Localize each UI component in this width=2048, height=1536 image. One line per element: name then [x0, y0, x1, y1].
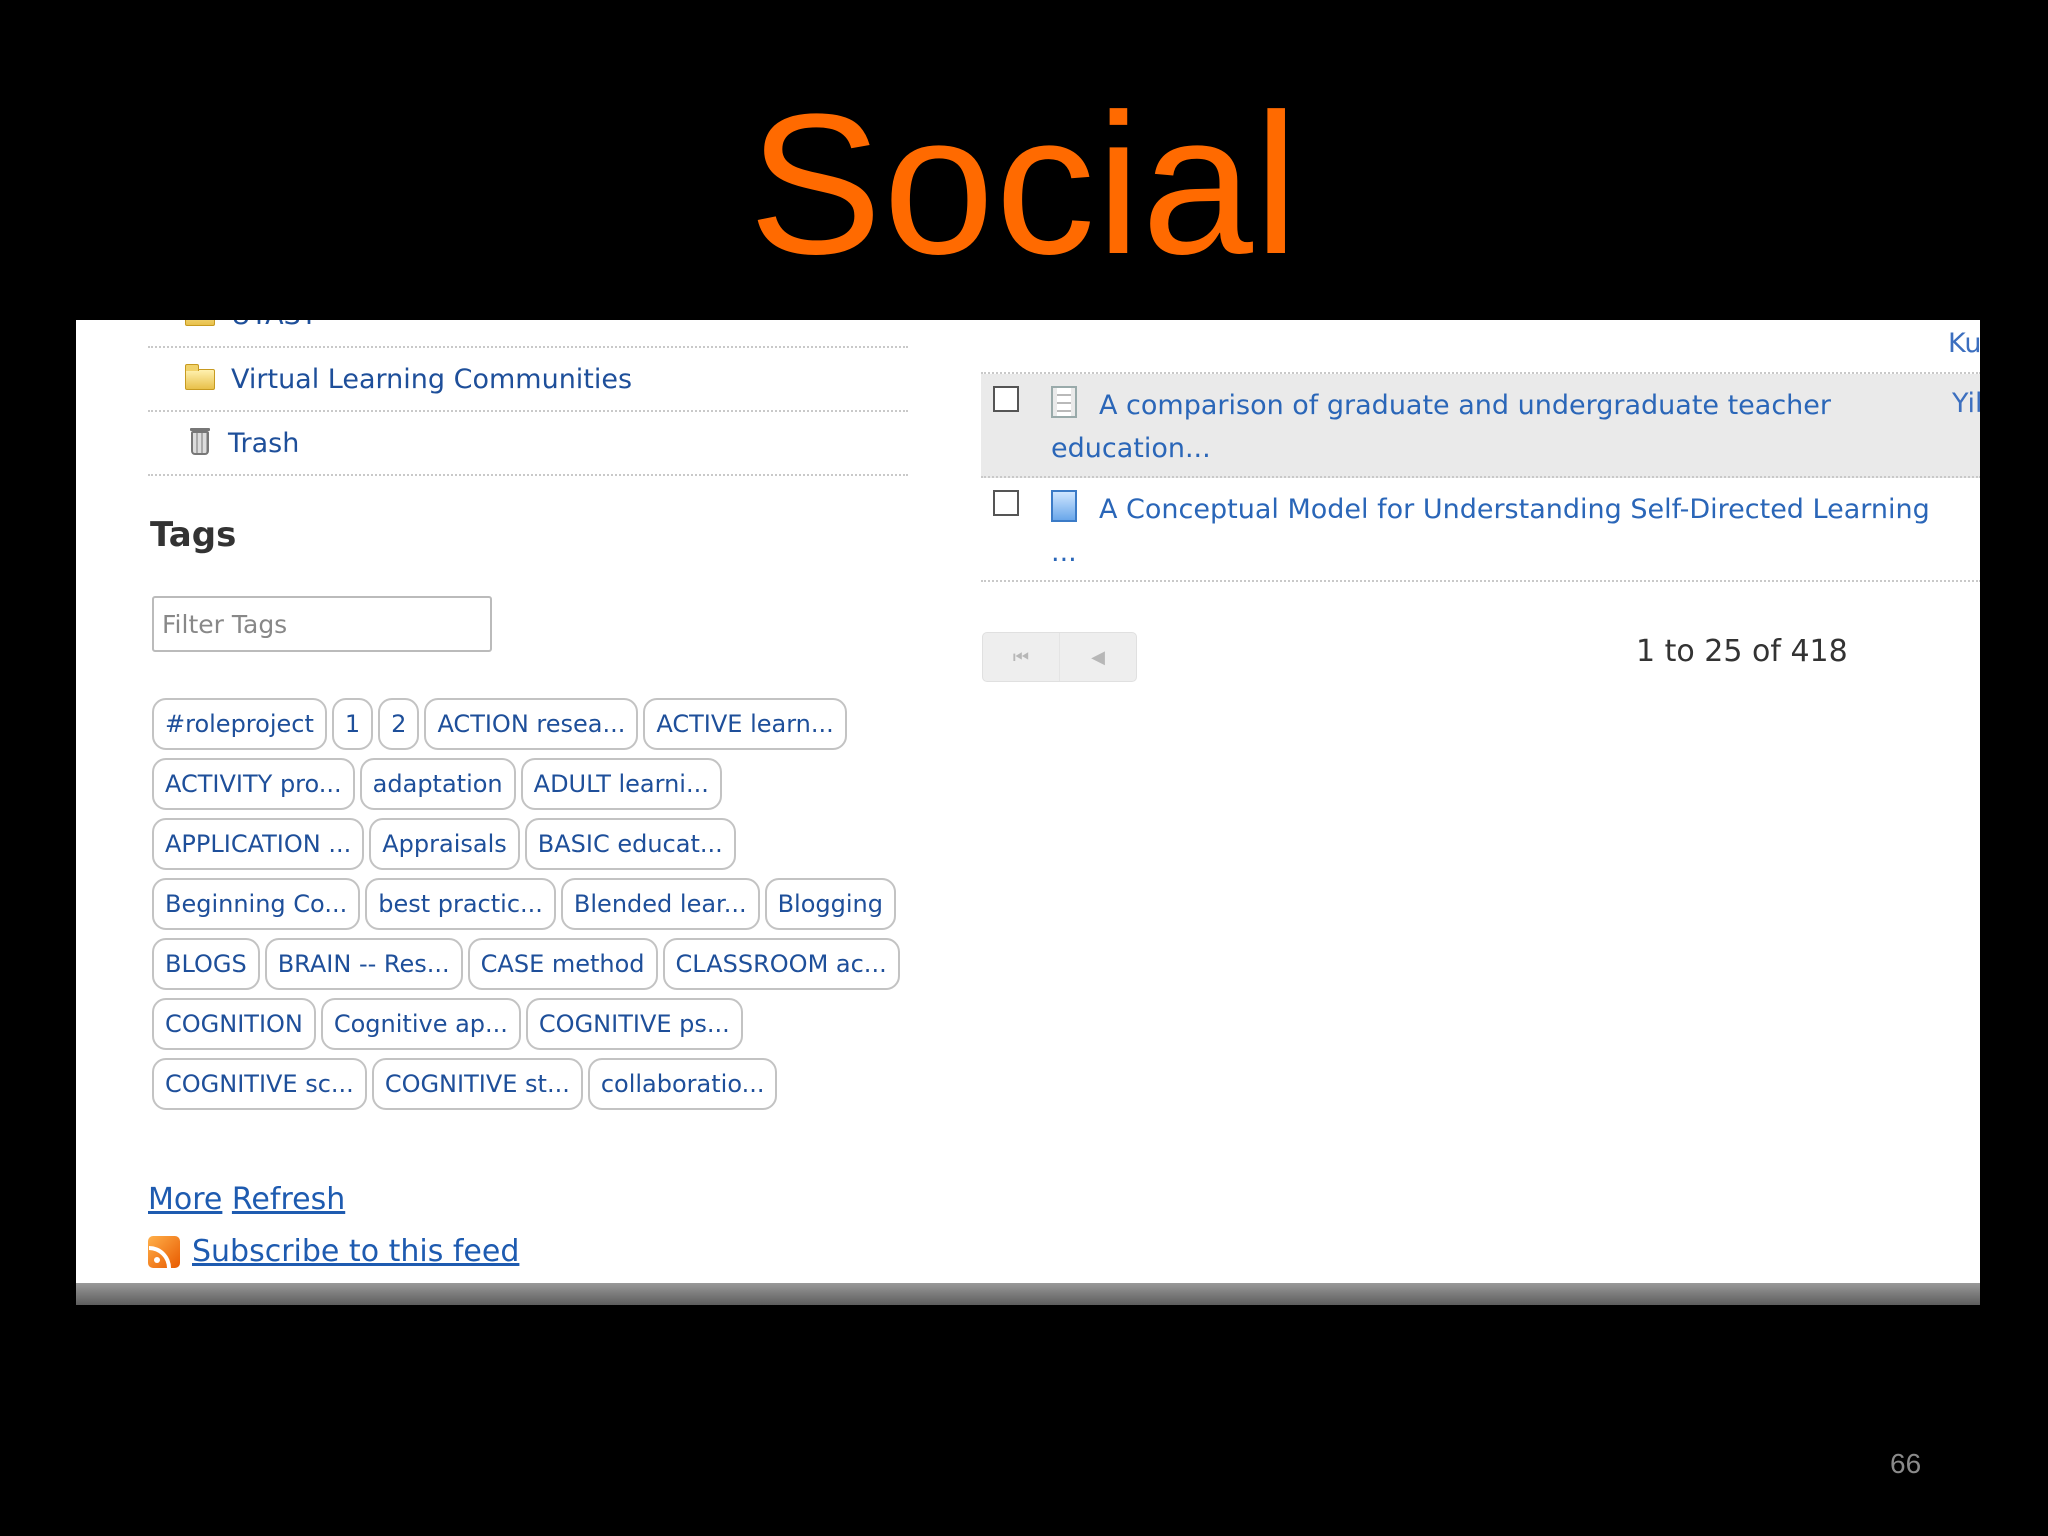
document-row[interactable]: A Conceptual Model for Understanding Sel… — [981, 478, 1980, 582]
tag-item[interactable]: 2 — [378, 698, 420, 750]
tag-item[interactable]: Blogging — [764, 878, 896, 930]
tag-item[interactable]: BLOGS — [152, 938, 260, 990]
first-page-button[interactable]: ⏮ — [983, 633, 1060, 681]
more-link[interactable]: More — [148, 1182, 222, 1217]
previous-page-button[interactable]: ◀ — [1060, 633, 1136, 681]
tag-item[interactable]: Beginning Co... — [152, 878, 361, 930]
tag-item[interactable]: Appraisals — [369, 818, 520, 870]
rss-feed-icon[interactable] — [148, 1235, 180, 1268]
tags-heading: Tags — [150, 515, 237, 555]
tag-item[interactable]: COGNITION — [152, 998, 316, 1050]
document-checkbox[interactable] — [993, 490, 1019, 516]
document-title-link[interactable]: A comparison of graduate and undergradua… — [1051, 384, 1941, 470]
screenshot-panel: UTAST Virtual Learning Communities Trash… — [76, 320, 1980, 1305]
tag-item[interactable]: ACTION resea... — [424, 698, 639, 750]
tag-item[interactable]: Blended lear... — [560, 878, 760, 930]
filter-tags-input[interactable] — [152, 596, 492, 652]
author-partial: Ku — [1948, 328, 1980, 359]
result-count: 1 to 25 of 418 — [1636, 634, 1848, 669]
trash-icon — [190, 428, 210, 455]
tag-item[interactable]: BRAIN -- Res... — [264, 938, 463, 990]
tag-item[interactable]: ADULT learni... — [520, 758, 722, 810]
tag-item[interactable]: COGNITIVE ps... — [525, 998, 743, 1050]
tag-item[interactable]: Cognitive ap... — [320, 998, 521, 1050]
tag-item[interactable]: 1 — [331, 698, 374, 750]
tag-item[interactable]: #roleproject — [152, 698, 327, 750]
subscribe-feed-link[interactable]: Subscribe to this feed — [192, 1234, 519, 1269]
tag-item[interactable]: adaptation — [359, 758, 516, 810]
folder-label: UTAST — [231, 320, 317, 331]
folder-icon — [185, 320, 215, 326]
folder-row-partial[interactable]: UTAST — [148, 320, 908, 348]
document-row[interactable]: A comparison of graduate and undergradua… — [981, 374, 1980, 478]
folder-icon — [185, 363, 215, 390]
tag-item[interactable]: BASIC educat... — [524, 818, 736, 870]
folder-trash[interactable]: Trash — [148, 412, 908, 476]
folder-virtual-learning-communities[interactable]: Virtual Learning Communities — [148, 348, 908, 412]
slide-number: 66 — [1890, 1448, 1922, 1479]
tag-links: More Refresh — [148, 1182, 345, 1217]
pagination-controls: ⏮ ◀ — [982, 632, 1137, 682]
tag-item[interactable]: APPLICATION ... — [152, 818, 365, 870]
slide-title: Social — [748, 73, 1300, 296]
folder-label: Virtual Learning Communities — [231, 363, 633, 395]
horizontal-scrollbar[interactable] — [76, 1283, 1980, 1305]
document-checkbox[interactable] — [993, 386, 1019, 412]
tag-cloud: #roleproject 1 2 ACTION resea... ACTIVE … — [152, 698, 912, 1110]
tag-item[interactable]: collaboratio... — [587, 1058, 778, 1110]
tag-item[interactable]: ACTIVITY pro... — [152, 758, 355, 810]
tag-item[interactable]: best practic... — [365, 878, 556, 930]
tag-item[interactable]: CLASSROOM ac... — [662, 938, 900, 990]
tag-item[interactable]: CASE method — [467, 938, 658, 990]
tag-item[interactable]: COGNITIVE st... — [371, 1058, 583, 1110]
document-title-link[interactable]: A Conceptual Model for Understanding Sel… — [1051, 488, 1941, 574]
tag-item[interactable]: ACTIVE learn... — [643, 698, 847, 750]
subscribe-row: Subscribe to this feed — [148, 1234, 519, 1269]
tag-item[interactable]: COGNITIVE sc... — [152, 1058, 367, 1110]
refresh-link[interactable]: Refresh — [232, 1182, 345, 1217]
document-author: Yil — [1952, 388, 1980, 419]
folder-label: Trash — [228, 427, 300, 459]
